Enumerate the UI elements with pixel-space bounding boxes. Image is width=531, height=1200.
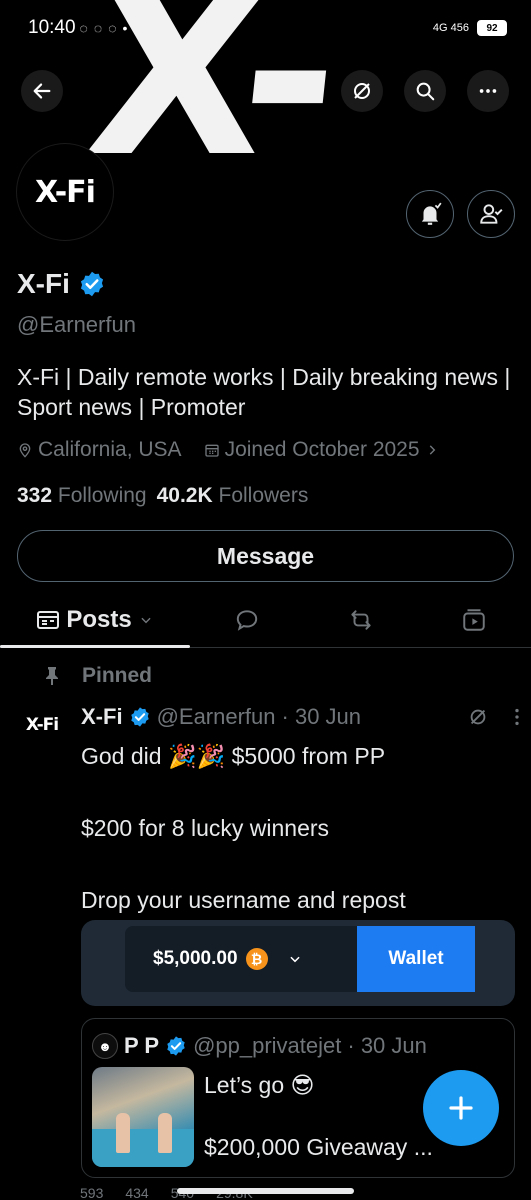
tab-posts-label: Posts [66, 605, 132, 633]
tab-media[interactable] [417, 592, 531, 647]
wallet-button: Wallet [357, 926, 475, 992]
bitcoin-icon: ₿ [245, 948, 268, 970]
thumbnail-figure [158, 1113, 172, 1153]
notification-icons: ◌ ◌ ◌ • [80, 20, 128, 36]
post-author-handle[interactable]: @Earnerfun [157, 704, 276, 730]
display-name: X-Fi [17, 268, 70, 299]
repost-icon [350, 609, 371, 630]
post-date[interactable]: · 30 Jun [282, 704, 362, 730]
battery-icon: 92 [477, 20, 507, 36]
thumbnail-figure [116, 1113, 130, 1153]
reply-icon [236, 609, 258, 631]
joined-text: Joined October 2025 [224, 438, 420, 461]
following-label: Following [57, 484, 147, 507]
following-button[interactable] [467, 190, 515, 238]
back-arrow-icon [33, 83, 51, 99]
compose-button[interactable] [423, 1070, 499, 1146]
wallet-balance-pill: $5,000.00 ₿ Wallet [125, 926, 475, 992]
avatar-logo: X-Fi [35, 174, 96, 210]
tab-reposts[interactable] [304, 592, 418, 647]
profile-bio: X-Fi | Daily remote works | Daily breaki… [17, 364, 511, 420]
tab-posts[interactable]: Posts [0, 592, 190, 648]
location-icon [19, 443, 31, 458]
followers-link[interactable]: 40.2K Followers [157, 484, 309, 508]
notifications-button[interactable] [406, 190, 454, 238]
spam-filter-button[interactable] [341, 70, 383, 112]
post-line: God did 🎉🎉 $5000 from PP [81, 743, 386, 769]
verified-badge-icon [167, 1036, 185, 1056]
status-bar: 10:40 ◌ ◌ ◌ • 4G 456 92 [0, 0, 531, 56]
followers-count: 40.2K [156, 484, 213, 507]
search-icon [416, 82, 435, 101]
location-text: California, USA [38, 438, 182, 461]
spam-filter-icon [354, 83, 370, 99]
posts-icon [37, 610, 60, 629]
repost-count[interactable]: 434 [125, 1185, 148, 1200]
verified-badge-icon [80, 271, 103, 297]
post-body: God did 🎉🎉 $5000 from PP $200 for 8 luck… [81, 738, 511, 918]
profile-tabs: Posts [0, 592, 531, 648]
notification-icon: ◌ [79, 20, 88, 36]
following-link[interactable]: 332 Following [17, 484, 147, 508]
chevron-right-icon [429, 445, 435, 455]
profile-avatar[interactable]: X-Fi [17, 144, 113, 240]
post-avatar-logo: X-Fi [25, 715, 59, 735]
more-button[interactable] [467, 70, 509, 112]
post-author-name[interactable]: X-Fi [81, 704, 123, 730]
quote-thumbnail [92, 1067, 194, 1167]
post-more-icon[interactable] [513, 706, 521, 728]
status-time: 10:40 [28, 17, 76, 38]
notification-icon: ◌ [108, 20, 117, 36]
following-count: 332 [17, 484, 53, 507]
profile-meta: California, USA Joined October 2025 [17, 438, 439, 462]
network-indicator: 4G 456 [432, 22, 469, 34]
wallet-amount: $5,000.00 [153, 948, 238, 969]
post-line: Drop your username and repost [81, 887, 406, 913]
media-icon [463, 608, 485, 631]
post-author-avatar[interactable]: X-Fi [17, 700, 67, 750]
quote-author-name: P P [124, 1033, 160, 1058]
calendar-icon [204, 444, 219, 457]
post-header: X-Fi @Earnerfun · 30 Jun [81, 704, 521, 730]
message-button[interactable]: Message [17, 530, 514, 582]
profile-handle: @Earnerfun [17, 312, 136, 337]
post-line: $200 for 8 lucky winners [81, 815, 330, 841]
spam-filter-icon[interactable] [467, 706, 489, 728]
plus-icon [449, 1096, 473, 1120]
quote-header: ☻ P P @pp_privatejet · 30 Jun [92, 1033, 427, 1059]
chevron-down-icon [289, 956, 300, 963]
notification-icon: • [122, 20, 128, 36]
name-row: X-Fi [17, 268, 106, 300]
thumbnail-pool [92, 1129, 194, 1167]
chevron-down-icon [141, 617, 151, 623]
back-button[interactable] [21, 70, 63, 112]
notification-icon: ◌ [93, 20, 103, 36]
more-icon [479, 89, 497, 93]
follow-stats: 332 Following 40.2K Followers [17, 484, 308, 508]
verified-badge-icon [130, 707, 149, 727]
quote-author-avatar: ☻ [92, 1033, 118, 1059]
joined-date[interactable]: Joined October 2025 [204, 438, 439, 462]
bell-icon [421, 202, 442, 225]
status-right: 4G 456 92 [433, 20, 507, 36]
active-tab-indicator [0, 645, 190, 648]
location: California, USA [17, 438, 182, 462]
pin-icon [46, 667, 58, 685]
gesture-home-bar[interactable] [177, 1188, 354, 1194]
reply-count[interactable]: 593 [80, 1185, 103, 1200]
quote-author-handle: @pp_privatejet [193, 1033, 342, 1058]
follow-user-icon [480, 204, 503, 224]
tab-replies[interactable] [190, 592, 304, 647]
followers-label: Followers [218, 484, 309, 507]
search-button[interactable] [404, 70, 446, 112]
quote-date: · 30 Jun [347, 1033, 427, 1058]
pinned-indicator: Pinned [44, 664, 152, 688]
pinned-label: Pinned [82, 664, 153, 687]
post-media-image[interactable]: $5,000.00 ₿ Wallet [81, 920, 515, 1006]
